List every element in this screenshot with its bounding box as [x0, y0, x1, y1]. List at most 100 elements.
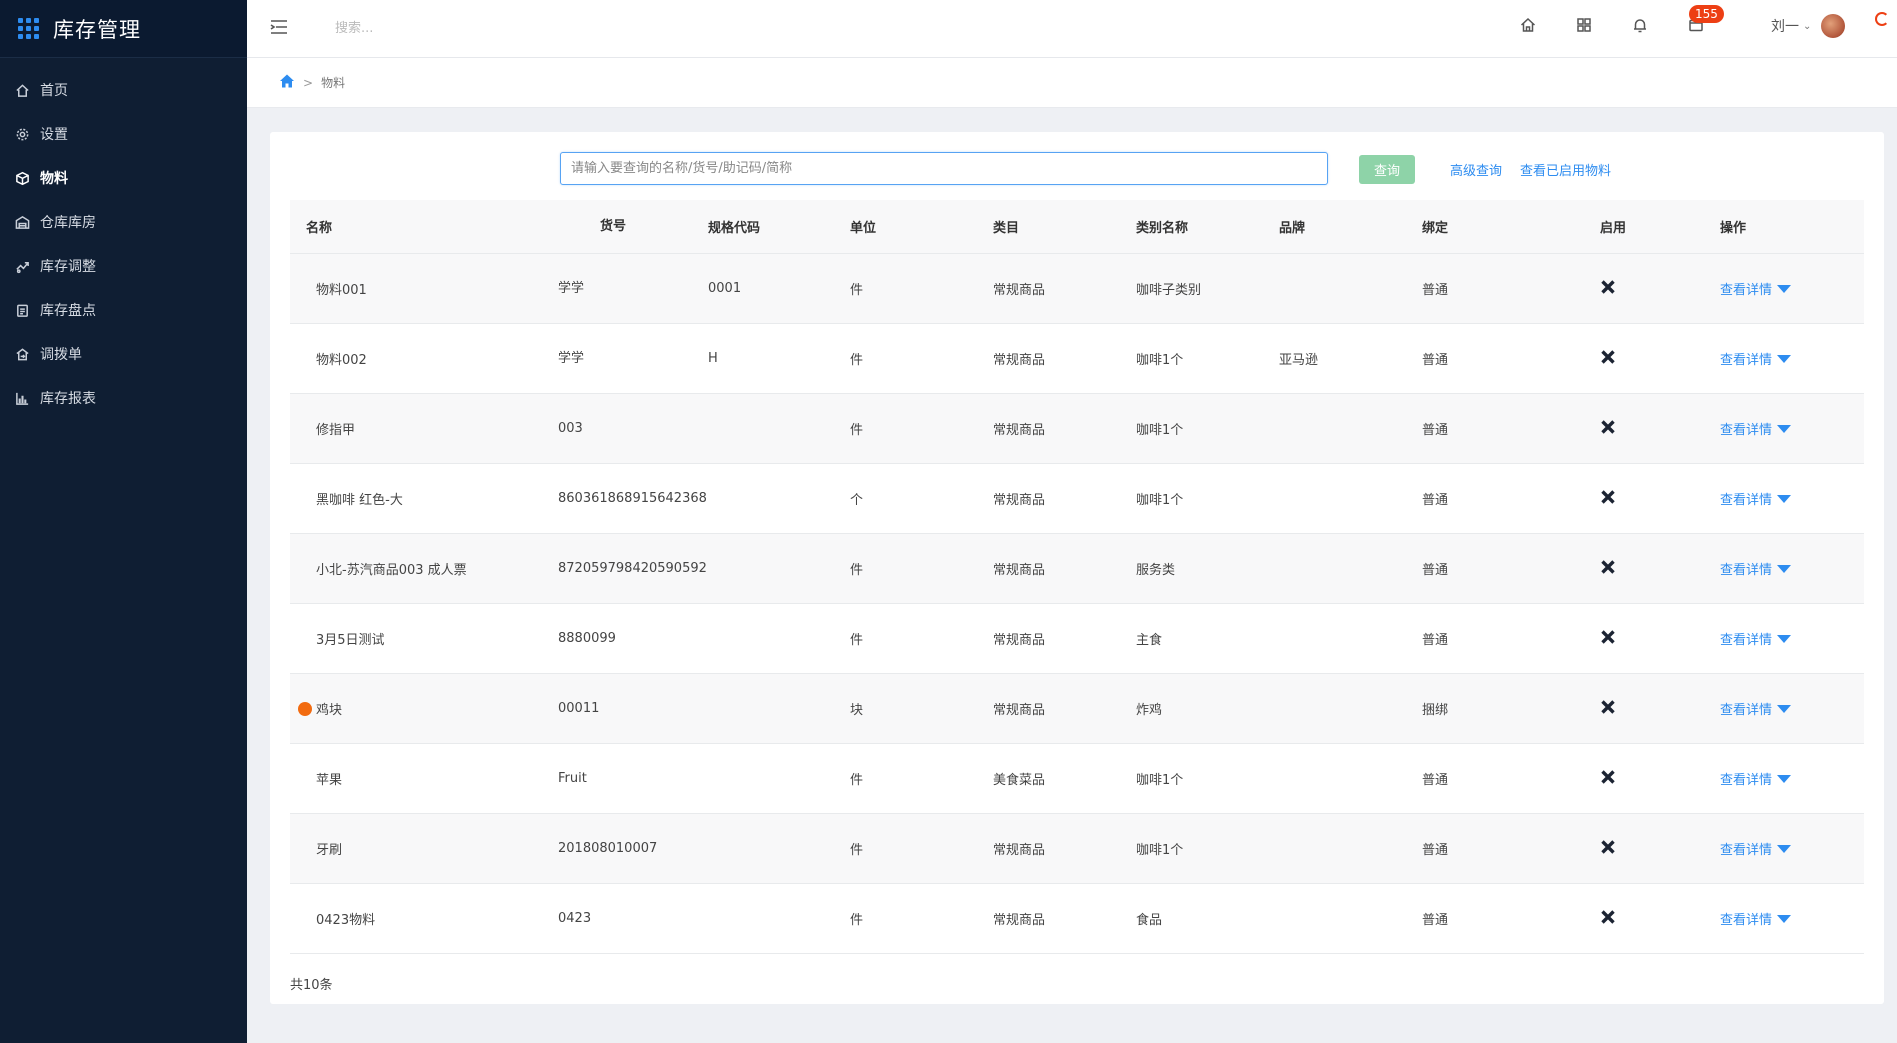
caret-down-icon[interactable]: [1777, 914, 1792, 923]
caret-down-icon[interactable]: [1777, 494, 1792, 503]
sidebar-item-materials[interactable]: 物料: [0, 156, 247, 200]
view-details-link[interactable]: 查看详情: [1720, 279, 1792, 298]
cell-binding: 普通: [1422, 419, 1600, 438]
sidebar-item-label: 调拨单: [40, 347, 82, 363]
view-details-label: 查看详情: [1720, 633, 1773, 648]
view-details-link[interactable]: 查看详情: [1720, 419, 1792, 438]
advanced-query-link[interactable]: 高级查询: [1450, 160, 1502, 179]
cell-unit-text: 件: [850, 633, 864, 648]
bell-icon[interactable]: [1631, 16, 1651, 36]
caret-down-icon[interactable]: [1777, 354, 1792, 363]
breadcrumb-separator: >: [303, 75, 314, 90]
query-button[interactable]: 查询: [1359, 155, 1415, 184]
close-icon[interactable]: [1600, 839, 1616, 855]
view-details-link[interactable]: 查看详情: [1720, 699, 1792, 718]
table-row[interactable]: 小北-苏汽商品003 成人票 872059798420590592 件 常规商品 服务类…: [290, 534, 1864, 604]
cell-unit-text: 块: [850, 703, 864, 718]
cell-spec-text: 0001: [708, 281, 742, 296]
cell-code: 8880099: [558, 629, 708, 648]
column-header-name[interactable]: 名称: [290, 217, 558, 236]
cell-category-name-text: 主食: [1136, 633, 1163, 648]
table-row[interactable]: 牙刷 201808010007 件 常规商品 咖啡1个 普通 查看详情: [290, 814, 1864, 884]
view-details-link[interactable]: 查看详情: [1720, 349, 1792, 368]
transfer-icon: [14, 346, 30, 362]
caret-down-icon[interactable]: [1777, 774, 1792, 783]
column-header-code[interactable]: 货号: [558, 217, 708, 236]
chevron-down-icon: ⌄: [1803, 20, 1812, 32]
sidebar-item-warehouse[interactable]: 仓库库房: [0, 200, 247, 244]
column-header-brand[interactable]: 品牌: [1279, 217, 1422, 236]
cell-name: 0423物料: [290, 909, 558, 928]
table-row[interactable]: 苹果 Fruit 件 美食菜品 咖啡1个 普通 查看详情: [290, 744, 1864, 814]
app-title: 库存管理: [53, 17, 141, 42]
view-details-link[interactable]: 查看详情: [1720, 769, 1792, 788]
view-enabled-materials-link[interactable]: 查看已启用物料: [1520, 160, 1611, 179]
close-icon[interactable]: [1600, 559, 1616, 575]
material-search-input[interactable]: [560, 152, 1328, 185]
column-header-spec[interactable]: 规格代码: [708, 217, 850, 236]
caret-down-icon[interactable]: [1777, 704, 1792, 713]
cell-category: 常规商品: [993, 489, 1136, 508]
sidebar-item-stock-count[interactable]: 库存盘点: [0, 288, 247, 332]
cell-actions: 查看详情: [1720, 909, 1850, 928]
table-row[interactable]: 黑咖啡 红色-大 860361868915642368 个 常规商品 咖啡1个 普通 查看详…: [290, 464, 1864, 534]
sidebar-item-stock-adjust[interactable]: 库存调整: [0, 244, 247, 288]
close-icon[interactable]: [1600, 909, 1616, 925]
table-row[interactable]: 鸡块 00011 块 常规商品 炸鸡 捆绑 查看详情: [290, 674, 1864, 744]
column-header-unit[interactable]: 单位: [850, 217, 993, 236]
sidebar-item-home[interactable]: 首页: [0, 68, 247, 112]
caret-down-icon[interactable]: [1777, 564, 1792, 573]
cell-category: 常规商品: [993, 349, 1136, 368]
caret-down-icon[interactable]: [1777, 844, 1792, 853]
caret-down-icon[interactable]: [1777, 424, 1792, 433]
cell-category-text: 常规商品: [993, 703, 1046, 718]
column-header-category[interactable]: 类目: [993, 217, 1136, 236]
table-row[interactable]: 0423物料 0423 件 常规商品 食品 普通 查看详情: [290, 884, 1864, 954]
view-details-link[interactable]: 查看详情: [1720, 839, 1792, 858]
header-search-input[interactable]: [335, 14, 595, 42]
cell-code-text: 201808010007: [558, 841, 658, 856]
column-header-binding[interactable]: 绑定: [1422, 217, 1600, 236]
avatar[interactable]: [1821, 14, 1845, 38]
view-details-link[interactable]: 查看详情: [1720, 909, 1792, 928]
table-row[interactable]: 修指甲 003 件 常规商品 咖啡1个 普通 查看详情: [290, 394, 1864, 464]
table-row[interactable]: 物料001 学学 0001 件 常规商品 咖啡子类别 普通 查看详情: [290, 254, 1864, 324]
sidebar-item-transfer[interactable]: 调拨单: [0, 332, 247, 376]
caret-down-icon[interactable]: [1777, 634, 1792, 643]
view-details-link[interactable]: 查看详情: [1720, 489, 1792, 508]
close-icon[interactable]: [1600, 279, 1616, 295]
view-details-link[interactable]: 查看详情: [1720, 629, 1792, 648]
table-row[interactable]: 物料002 学学 H 件 常规商品 咖啡1个 亚马逊 普通 查看详情: [290, 324, 1864, 394]
cell-unit-text: 件: [850, 563, 864, 578]
close-icon[interactable]: [1600, 769, 1616, 785]
close-icon[interactable]: [1600, 419, 1616, 435]
cell-actions: 查看详情: [1720, 699, 1850, 718]
cell-name: 物料002: [290, 349, 558, 368]
home-icon[interactable]: [279, 73, 295, 92]
close-icon[interactable]: [1600, 489, 1616, 505]
cell-enabled: [1600, 349, 1720, 369]
column-header-category-name[interactable]: 类别名称: [1136, 217, 1279, 236]
cell-category-text: 常规商品: [993, 843, 1046, 858]
home-icon[interactable]: [1519, 16, 1539, 36]
sidebar-item-settings[interactable]: 设置: [0, 112, 247, 156]
cell-category-text: 常规商品: [993, 563, 1046, 578]
apps-icon[interactable]: [1575, 16, 1595, 36]
caret-down-icon[interactable]: [1777, 284, 1792, 293]
materials-card: 查询 高级查询 查看已启用物料 名称 货号 规格代码 单位 类目 类别名称 品牌…: [270, 132, 1884, 1004]
menu-toggle-icon[interactable]: [269, 17, 289, 37]
cell-unit-text: 个: [850, 493, 864, 508]
column-header-enabled[interactable]: 启用: [1600, 217, 1720, 236]
cell-binding-text: 捆绑: [1422, 703, 1449, 718]
view-details-link[interactable]: 查看详情: [1720, 559, 1792, 578]
table-row[interactable]: 3月5日测试 8880099 件 常规商品 主食 普通 查看详情: [290, 604, 1864, 674]
cell-category-name: 炸鸡: [1136, 699, 1279, 718]
app-grid-icon[interactable]: [18, 18, 39, 39]
close-icon[interactable]: [1600, 629, 1616, 645]
close-icon[interactable]: [1600, 349, 1616, 365]
cell-name: 鸡块: [290, 699, 558, 718]
user-menu[interactable]: 刘一 ⌄: [1771, 16, 1811, 36]
close-icon[interactable]: [1600, 699, 1616, 715]
cell-unit: 件: [850, 559, 993, 578]
sidebar-item-report[interactable]: 库存报表: [0, 376, 247, 420]
